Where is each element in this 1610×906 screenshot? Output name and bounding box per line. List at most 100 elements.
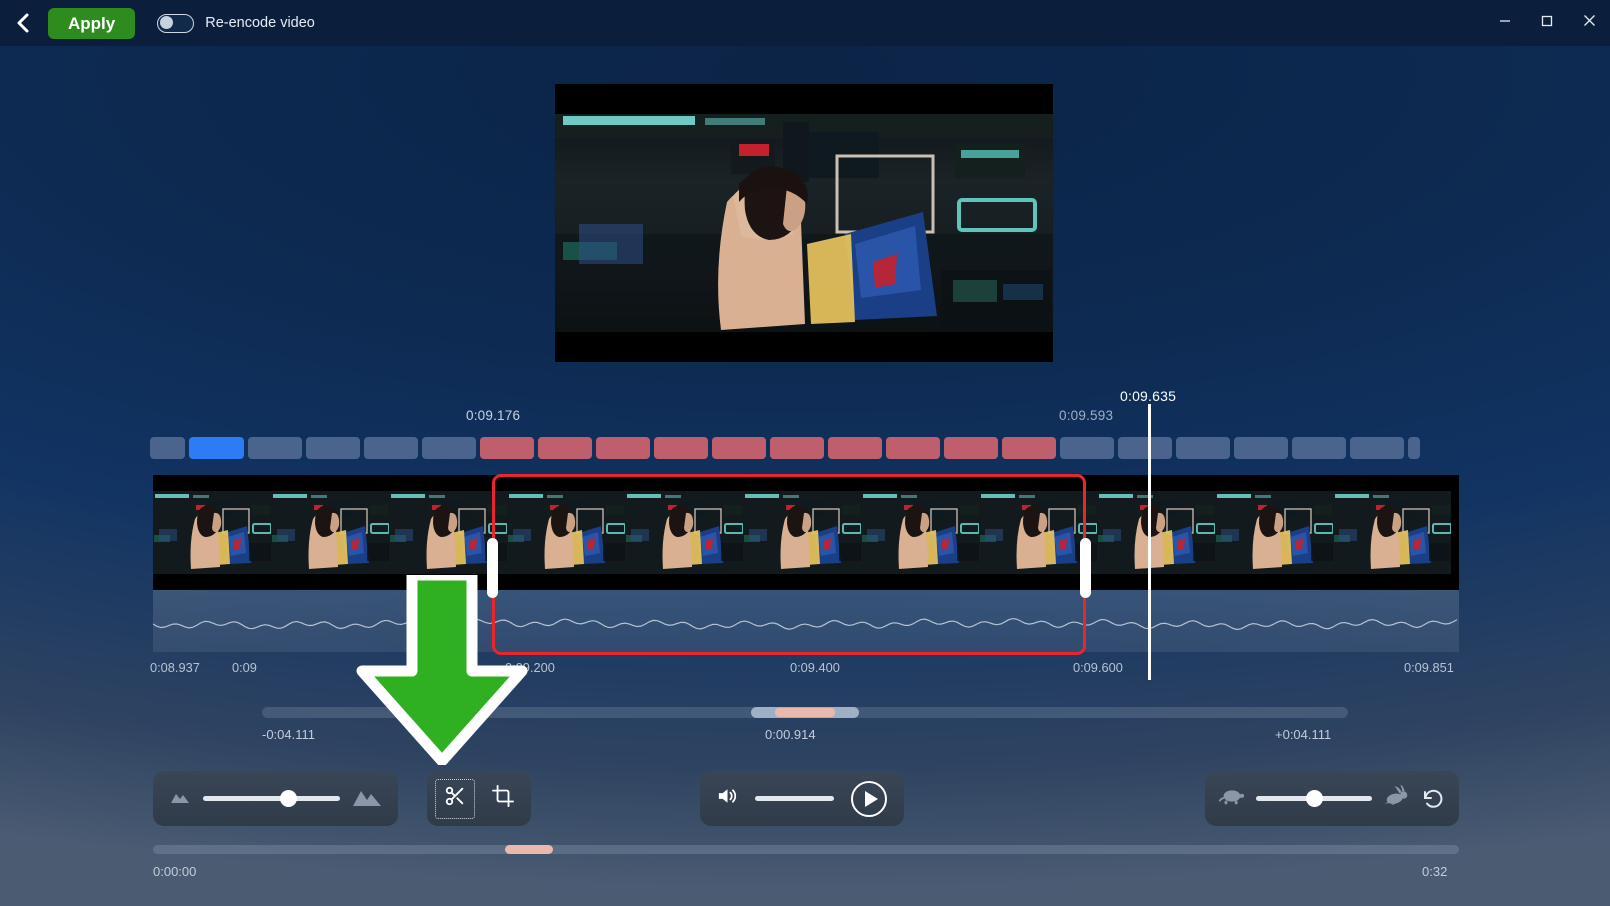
selection-handle-right[interactable] [1080, 538, 1091, 598]
scene-marker-chip[interactable] [654, 437, 708, 459]
preview-letterbox-bottom [555, 332, 1053, 362]
crop-icon [492, 785, 514, 812]
ruler-tick-label: 0:09.400 [790, 660, 840, 675]
scene-marker-chip[interactable] [480, 437, 534, 459]
waveform-path [153, 617, 1458, 631]
filmstrip-frame[interactable] [625, 475, 743, 590]
ruler-tick-label: 0:09 [232, 660, 257, 675]
frame-thumbnail [625, 491, 743, 574]
play-button[interactable] [850, 780, 888, 818]
scene-marker-chip[interactable] [422, 437, 476, 459]
turtle-icon[interactable] [1219, 786, 1245, 811]
frame-letterbox-top [153, 475, 271, 491]
filmstrip-frame[interactable] [861, 475, 979, 590]
timeline-scroll-thumb[interactable] [751, 707, 859, 718]
scene-marker-chip[interactable] [364, 437, 418, 459]
scroll-left-label: -0:04.111 [262, 727, 316, 742]
filmstrip-frame[interactable] [1097, 475, 1215, 590]
close-icon [1582, 13, 1597, 33]
selection-end-label: 0:09.593 [1059, 408, 1114, 423]
global-timeline-track[interactable] [153, 845, 1459, 854]
frame-thumbnail [1333, 491, 1451, 574]
large-mountains-icon[interactable] [352, 785, 382, 813]
reset-speed-button[interactable] [1421, 787, 1445, 811]
scroll-center-label: 0:00.914 [765, 727, 816, 742]
selection-start-label: 0:09.176 [466, 408, 521, 423]
frame-letterbox-bottom [1215, 574, 1333, 590]
scene-marker-chip[interactable] [1060, 437, 1114, 459]
scene-marker-chip[interactable] [1118, 437, 1172, 459]
edit-tools-panel [427, 771, 531, 826]
frame-letterbox-top [979, 475, 1097, 491]
toggle-knob [160, 16, 174, 29]
scroll-right-label: +0:04.111 [1275, 727, 1332, 742]
close-button[interactable] [1568, 0, 1610, 46]
zoom-control-panel [153, 771, 398, 826]
back-button[interactable] [0, 0, 46, 46]
minimize-icon [1498, 14, 1512, 33]
frame-thumbnail [507, 491, 625, 574]
preview-frame-image [555, 84, 1053, 362]
frame-letterbox-top [625, 475, 743, 491]
scene-marker-chip[interactable] [150, 437, 185, 459]
frame-letterbox-top [389, 475, 507, 491]
scene-marker-chip[interactable] [1350, 437, 1404, 459]
filmstrip-frame[interactable] [153, 475, 271, 590]
frame-letterbox-top [1097, 475, 1215, 491]
timeline-ruler: 0:08.937 0:09 0:09.200 0:09.400 0:09.600 0:09… [0, 660, 1610, 680]
reencode-video-toggle[interactable]: Re-encode video [157, 13, 315, 33]
filmstrip-frame[interactable] [271, 475, 389, 590]
scene-marker-chip[interactable] [770, 437, 824, 459]
scene-marker-chip[interactable] [712, 437, 766, 459]
speed-slider[interactable] [1256, 790, 1372, 807]
minimize-button[interactable] [1484, 0, 1526, 46]
frame-thumbnail [271, 491, 389, 574]
playhead[interactable] [1148, 404, 1151, 680]
filmstrip-frame[interactable] [507, 475, 625, 590]
scene-marker-chip[interactable] [306, 437, 360, 459]
filmstrip-frame[interactable] [1333, 475, 1451, 590]
scene-marker-chip[interactable] [886, 437, 940, 459]
scene-marker-chip[interactable] [1176, 437, 1230, 459]
apply-button[interactable]: Apply [48, 7, 136, 39]
scene-marker-chip[interactable] [828, 437, 882, 459]
cut-tool-button[interactable] [435, 778, 475, 819]
zoom-slider[interactable] [203, 790, 340, 807]
frame-letterbox-bottom [861, 574, 979, 590]
timeline-scroll-thumb-highlight [775, 708, 835, 717]
small-mountains-icon[interactable] [169, 788, 191, 810]
scene-marker-chip[interactable] [944, 437, 998, 459]
frame-thumbnail [1215, 491, 1333, 574]
window-controls [1484, 0, 1610, 46]
crop-tool-button[interactable] [483, 779, 523, 819]
global-timeline-thumb[interactable] [505, 845, 553, 854]
title-bar: Apply Re-encode video [0, 0, 1610, 46]
volume-slider[interactable] [755, 796, 834, 801]
filmstrip[interactable] [153, 475, 1459, 590]
scene-marker-strip[interactable] [150, 437, 1462, 459]
scene-marker-chip[interactable] [1292, 437, 1346, 459]
down-arrow-annotation [350, 569, 534, 770]
video-preview[interactable] [555, 84, 1053, 362]
frame-letterbox-top [271, 475, 389, 491]
maximize-button[interactable] [1526, 0, 1568, 46]
scene-marker-chip[interactable] [1234, 437, 1288, 459]
scene-marker-chip[interactable] [1002, 437, 1056, 459]
zoom-slider-knob[interactable] [279, 790, 297, 807]
filmstrip-frame[interactable] [743, 475, 861, 590]
frame-letterbox-bottom [1333, 574, 1451, 590]
speed-slider-knob[interactable] [1306, 790, 1323, 807]
filmstrip-frame[interactable] [1215, 475, 1333, 590]
rabbit-icon[interactable] [1383, 784, 1410, 812]
scene-marker-chip[interactable] [538, 437, 592, 459]
reencode-video-label: Re-encode video [205, 15, 315, 31]
scene-marker-chip[interactable] [189, 437, 244, 459]
scene-marker-chip[interactable] [1408, 437, 1420, 459]
frame-letterbox-top [1333, 475, 1451, 491]
scene-marker-chip[interactable] [248, 437, 302, 459]
scene-marker-chip[interactable] [596, 437, 650, 459]
toggle-track[interactable] [157, 13, 195, 33]
audio-waveform[interactable] [153, 590, 1459, 652]
speaker-icon[interactable] [716, 786, 739, 811]
playback-panel [700, 771, 904, 826]
